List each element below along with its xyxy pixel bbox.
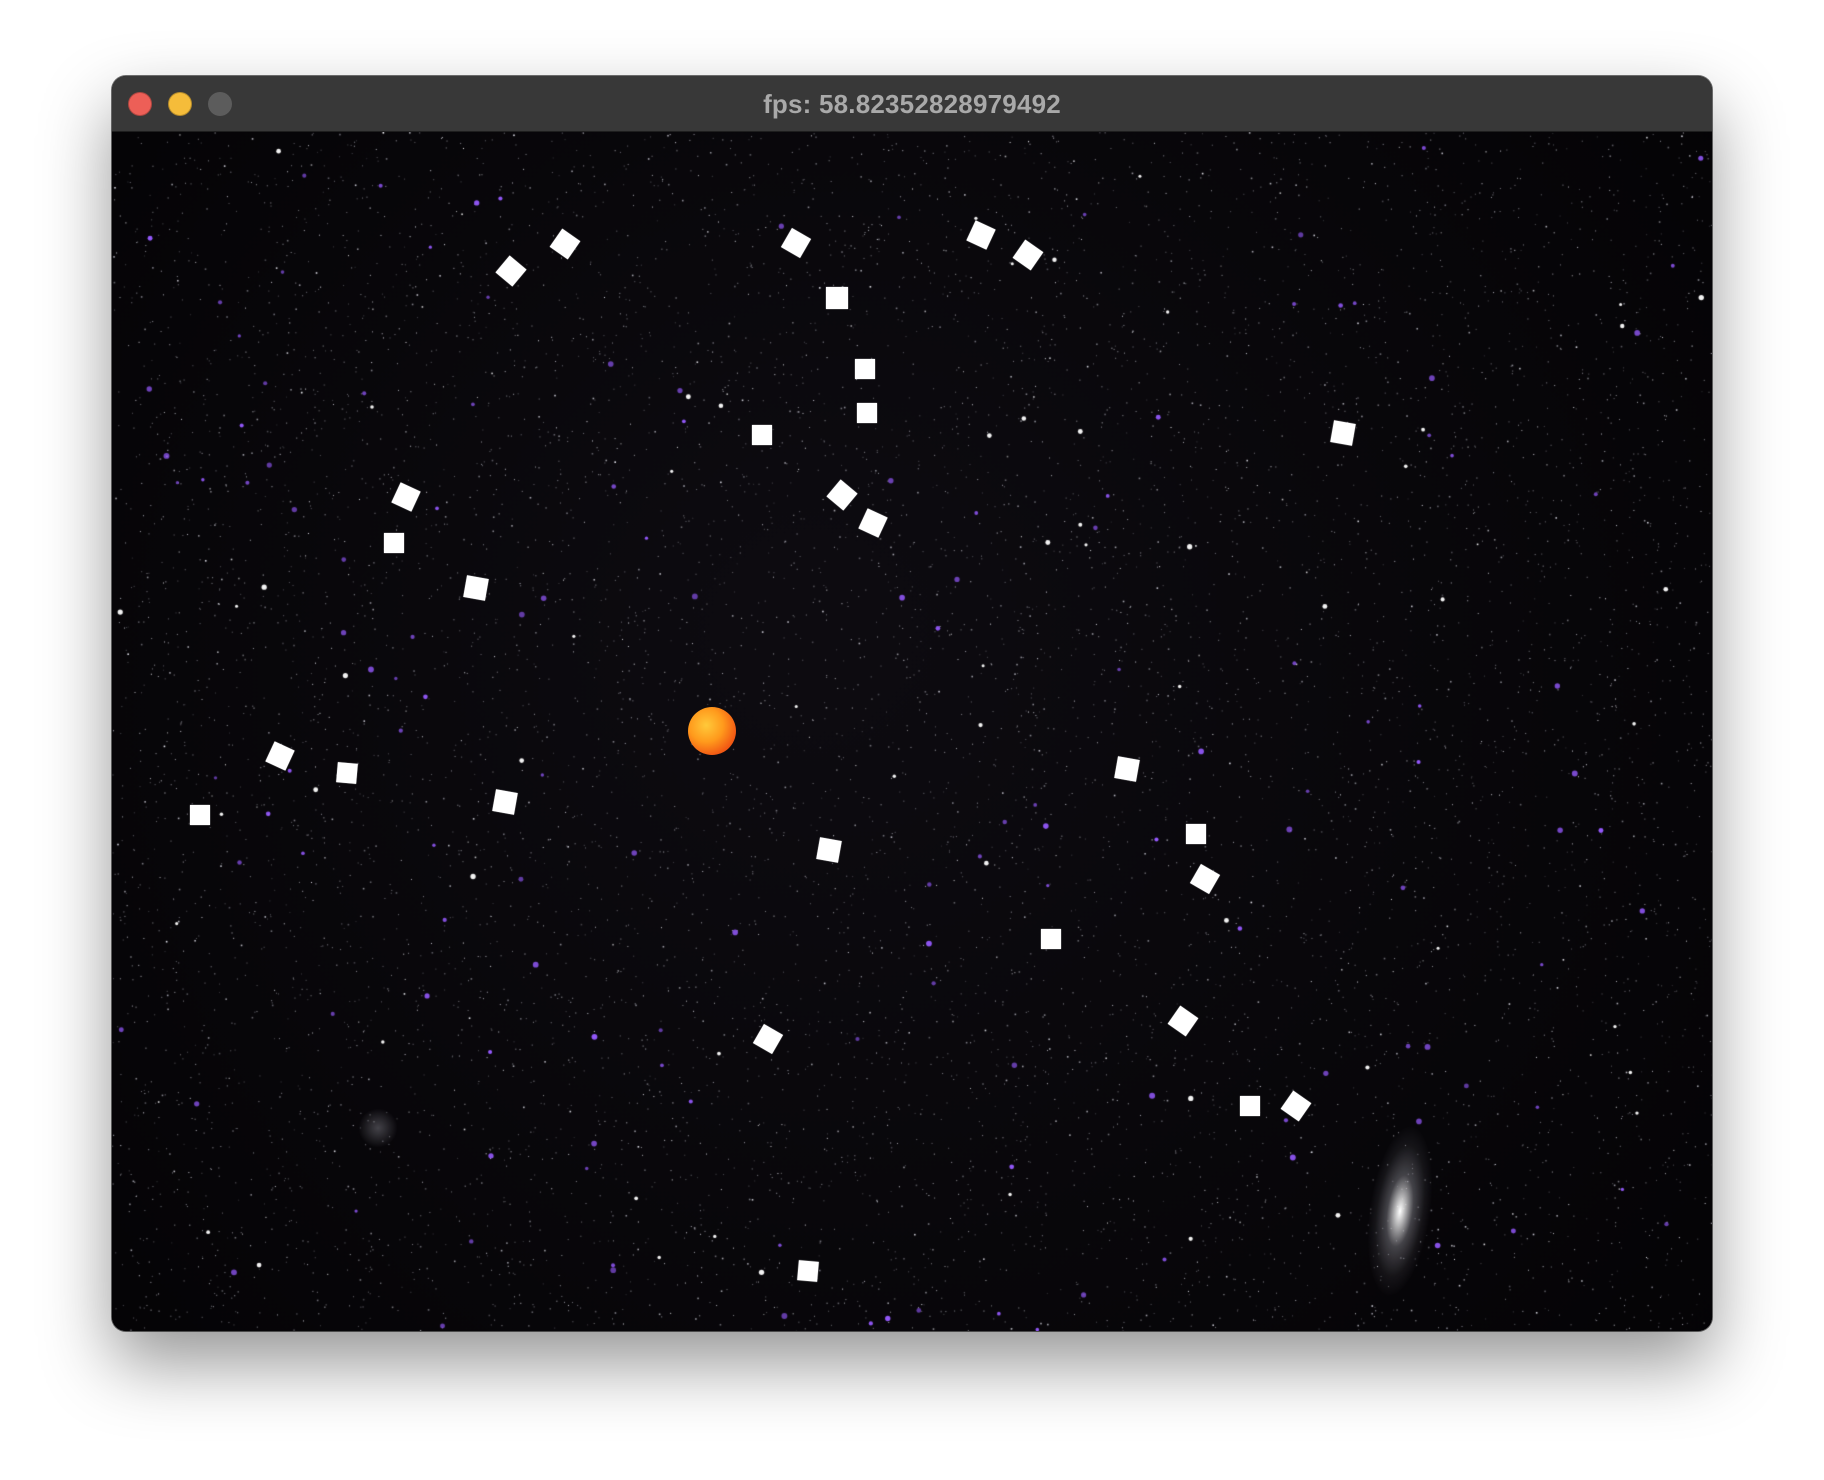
block-sprite [336, 762, 358, 784]
block-sprite [384, 533, 404, 553]
block-sprite [1240, 1096, 1260, 1116]
game-canvas[interactable] [112, 132, 1712, 1331]
block-sprite [190, 805, 210, 825]
block-sprite [1114, 756, 1140, 782]
nebula [358, 1108, 398, 1148]
orange-planet-ball [688, 707, 736, 755]
starfield-background [112, 132, 1712, 1331]
block-sprite [1041, 929, 1061, 949]
block-sprite [826, 287, 848, 309]
window-title: fps: 58.82352828979492 [763, 89, 1061, 119]
block-sprite [855, 359, 875, 379]
block-sprite [816, 837, 842, 863]
block-sprite [492, 789, 518, 815]
block-sprite [857, 403, 877, 423]
block-sprite [1186, 824, 1206, 844]
app-window: fps: 58.82352828979492 [112, 76, 1712, 1331]
block-sprite [463, 575, 489, 601]
title-bar[interactable]: fps: 58.82352828979492 [112, 76, 1712, 132]
block-sprite [1330, 420, 1356, 446]
block-sprite [797, 1260, 819, 1282]
block-sprite [752, 425, 772, 445]
